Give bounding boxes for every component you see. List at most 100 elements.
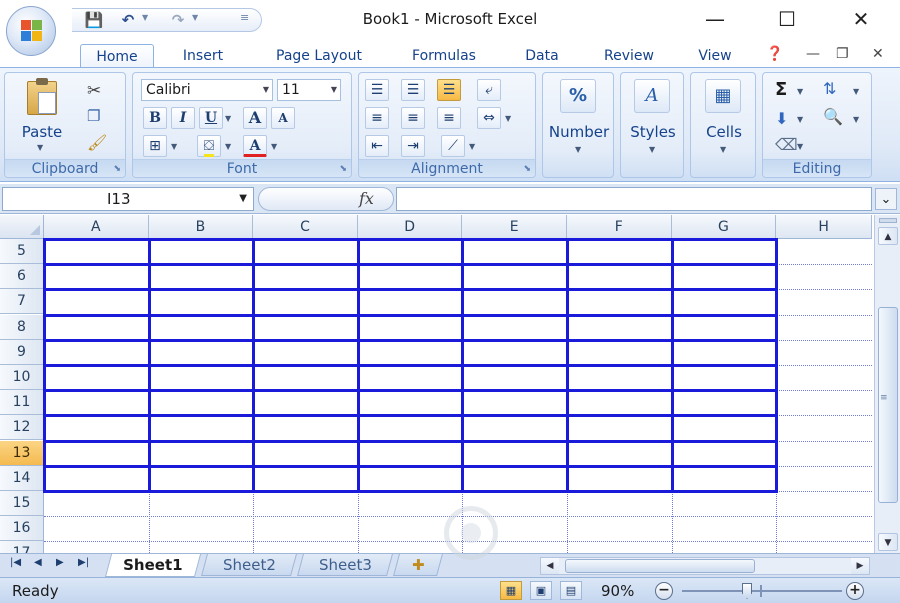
font-launcher-icon[interactable]: ⬊: [339, 164, 347, 174]
zoom-level[interactable]: 90%: [601, 582, 634, 600]
scroll-down-icon[interactable]: ▼: [878, 533, 898, 551]
align-right-button[interactable]: ≡: [437, 107, 461, 129]
merge-center-button[interactable]: ⇔: [477, 107, 501, 129]
italic-button[interactable]: I: [171, 107, 195, 129]
align-middle-button[interactable]: ☰: [401, 79, 425, 101]
zoom-in-icon[interactable]: +: [846, 582, 864, 600]
split-handle[interactable]: [879, 218, 897, 223]
borders-button[interactable]: ⊞: [143, 135, 167, 157]
row-header-7[interactable]: 7: [0, 289, 44, 315]
sort-filter-icon[interactable]: ⇅: [823, 79, 836, 98]
row-header-11[interactable]: 11: [0, 390, 44, 416]
column-header-a[interactable]: A: [44, 215, 149, 239]
column-header-d[interactable]: D: [357, 215, 463, 239]
alignment-launcher-icon[interactable]: ⬊: [523, 164, 531, 174]
tab-formulas[interactable]: Formulas: [398, 44, 490, 68]
normal-view-button[interactable]: ▦: [500, 581, 522, 600]
column-header-h[interactable]: H: [776, 215, 873, 239]
fill-color-button[interactable]: ⛋: [197, 135, 221, 157]
zoom-out-icon[interactable]: −: [655, 582, 673, 600]
column-header-f[interactable]: F: [567, 215, 672, 239]
paste-dropdown-icon[interactable]: ▼: [37, 143, 43, 152]
scroll-thumb[interactable]: [878, 307, 898, 503]
row-header-9[interactable]: 9: [0, 339, 44, 365]
zoom-slider-track[interactable]: [682, 590, 842, 592]
format-painter-icon[interactable]: 🖌: [87, 133, 107, 152]
grow-font-button[interactable]: A: [243, 107, 267, 129]
help-icon[interactable]: ❓: [766, 46, 783, 62]
expand-formula-bar-button[interactable]: ⌄: [875, 188, 897, 210]
shrink-font-button[interactable]: A: [271, 107, 295, 129]
autosum-button[interactable]: Σ: [775, 79, 787, 100]
decrease-indent-button[interactable]: ⇤: [365, 135, 389, 157]
maximize-button[interactable]: ☐: [772, 6, 802, 32]
align-left-button[interactable]: ≡: [365, 107, 389, 129]
autosum-dropdown-icon[interactable]: ▼: [797, 87, 803, 96]
tab-insert[interactable]: Insert: [168, 44, 238, 68]
column-header-e[interactable]: E: [462, 215, 567, 239]
last-sheet-icon[interactable]: ▶|: [78, 557, 89, 568]
first-sheet-icon[interactable]: |◀: [10, 557, 21, 568]
copy-icon[interactable]: ❐: [87, 107, 100, 125]
row-header-13[interactable]: 13: [0, 440, 44, 466]
row-header-14[interactable]: 14: [0, 465, 44, 491]
row-header-17[interactable]: 17: [0, 541, 44, 553]
paste-button[interactable]: Paste ▼: [13, 77, 71, 155]
find-dropdown-icon[interactable]: ▼: [853, 115, 859, 124]
font-color-dropdown-icon[interactable]: ▼: [271, 142, 277, 151]
font-color-button[interactable]: A: [243, 135, 267, 157]
row-header-8[interactable]: 8: [0, 314, 44, 340]
align-bottom-button[interactable]: ☰: [437, 79, 461, 101]
sort-dropdown-icon[interactable]: ▼: [853, 87, 859, 96]
tab-view[interactable]: View: [690, 44, 740, 68]
underline-dropdown-icon[interactable]: ▼: [225, 114, 231, 123]
row-header-16[interactable]: 16: [0, 516, 44, 542]
next-sheet-icon[interactable]: ▶: [56, 557, 64, 568]
tab-review[interactable]: Review: [592, 44, 666, 68]
fill-icon[interactable]: ⬇: [775, 109, 788, 128]
cells-group[interactable]: ▦ Cells ▼: [690, 72, 756, 178]
horizontal-scrollbar[interactable]: ◀ ▶: [540, 557, 870, 575]
find-select-icon[interactable]: 🔍: [823, 107, 843, 126]
chevron-down-icon[interactable]: ▼: [239, 188, 247, 210]
horizontal-scroll-thumb[interactable]: [565, 559, 755, 573]
insert-sheet-button[interactable]: ✚: [393, 554, 443, 576]
fill-dropdown-icon[interactable]: ▼: [797, 115, 803, 124]
clipboard-launcher-icon[interactable]: ⬊: [113, 164, 121, 174]
cut-icon[interactable]: ✂: [87, 81, 101, 101]
align-center-button[interactable]: ≡: [401, 107, 425, 129]
formula-input[interactable]: [396, 187, 872, 211]
orientation-button[interactable]: ⟋: [441, 135, 465, 157]
clear-icon[interactable]: ⌫: [775, 135, 798, 154]
underline-button[interactable]: U: [199, 107, 223, 129]
ribbon-restore-icon[interactable]: ❐: [836, 46, 849, 62]
font-name-combo[interactable]: Calibri ▼: [141, 79, 273, 101]
sheet-tab-sheet3[interactable]: Sheet3: [297, 554, 393, 576]
column-header-g[interactable]: G: [671, 215, 777, 239]
styles-group[interactable]: A Styles ▼: [620, 72, 684, 178]
page-layout-view-button[interactable]: ▣: [530, 581, 552, 600]
orientation-dropdown-icon[interactable]: ▼: [469, 142, 475, 151]
fill-color-dropdown-icon[interactable]: ▼: [225, 142, 231, 151]
column-header-b[interactable]: B: [148, 215, 254, 239]
scroll-left-icon[interactable]: ◀: [541, 558, 559, 574]
worksheet-grid[interactable]: ABCDEFGH 567891011121314151617: [0, 215, 874, 553]
select-all-button[interactable]: [0, 215, 44, 239]
tab-home[interactable]: Home: [80, 44, 154, 68]
row-header-10[interactable]: 10: [0, 365, 44, 390]
clear-dropdown-icon[interactable]: ▼: [797, 142, 803, 151]
scroll-right-icon[interactable]: ▶: [851, 558, 869, 574]
wrap-text-button[interactable]: ⤶: [477, 79, 501, 101]
ribbon-close-icon[interactable]: ✕: [872, 46, 884, 62]
bold-button[interactable]: B: [143, 107, 167, 129]
column-header-c[interactable]: C: [253, 215, 358, 239]
close-button[interactable]: ✕: [846, 6, 876, 32]
page-break-view-button[interactable]: ▤: [560, 581, 582, 600]
prev-sheet-icon[interactable]: ◀: [34, 557, 42, 568]
ribbon-minimize-icon[interactable]: —: [806, 46, 820, 62]
name-box[interactable]: I13 ▼: [2, 187, 254, 211]
scroll-up-icon[interactable]: ▲: [878, 227, 898, 245]
number-group[interactable]: % Number ▼: [542, 72, 614, 178]
tab-data[interactable]: Data: [516, 44, 568, 68]
merge-dropdown-icon[interactable]: ▼: [505, 114, 511, 123]
